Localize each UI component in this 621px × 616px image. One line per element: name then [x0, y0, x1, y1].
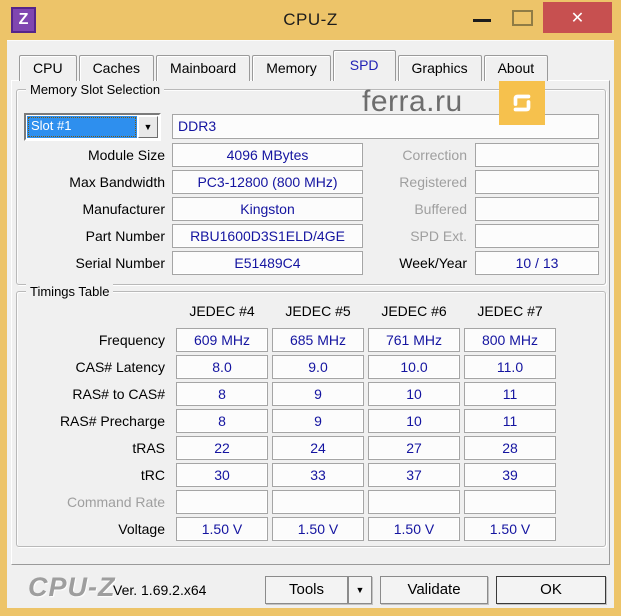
- validate-button[interactable]: Validate: [380, 576, 488, 604]
- maximize-button[interactable]: [506, 8, 538, 32]
- buffered-field: [475, 197, 599, 221]
- voltage-cell: 1.50 V: [272, 517, 364, 541]
- tools-dropdown-arrow-icon[interactable]: ▼: [348, 576, 372, 604]
- ras-precharge-label: RAS# Precharge: [17, 409, 165, 433]
- cpuz-logo: CPU-Z: [28, 572, 116, 603]
- spd-ext-field: [475, 224, 599, 248]
- tab-cpu[interactable]: CPU: [19, 55, 77, 81]
- ras-to-cas-cell: 8: [176, 382, 268, 406]
- ras-to-cas-cell: 11: [464, 382, 556, 406]
- cas-latency-cell: 11.0: [464, 355, 556, 379]
- ras-to-cas-cell: 9: [272, 382, 364, 406]
- frequency-cell: 685 MHz: [272, 328, 364, 352]
- minimize-icon: [473, 19, 491, 22]
- tab-bar: CPU Caches Mainboard Memory SPD Graphics…: [19, 54, 550, 81]
- tab-memory[interactable]: Memory: [252, 55, 331, 81]
- tras-cell: 24: [272, 436, 364, 460]
- cas-latency-cell: 8.0: [176, 355, 268, 379]
- ras-precharge-cell: 11: [464, 409, 556, 433]
- tools-button[interactable]: Tools: [265, 576, 348, 604]
- frequency-cell: 800 MHz: [464, 328, 556, 352]
- tras-label: tRAS: [17, 436, 165, 460]
- cpuz-window: Z CPU-Z ✕ CPU Caches Mainboard Memory SP…: [0, 0, 621, 616]
- frequency-cell: 761 MHz: [368, 328, 460, 352]
- voltage-cell: 1.50 V: [464, 517, 556, 541]
- tras-cell: 28: [464, 436, 556, 460]
- close-icon: ✕: [571, 8, 584, 28]
- tab-graphics[interactable]: Graphics: [398, 55, 482, 81]
- trc-cell: 33: [272, 463, 364, 487]
- tab-spd[interactable]: SPD: [333, 50, 396, 81]
- ras-precharge-cell: 8: [176, 409, 268, 433]
- ras-precharge-cell: 9: [272, 409, 364, 433]
- part-number-label: Part Number: [17, 224, 165, 248]
- maximize-icon: [512, 10, 533, 26]
- max-bandwidth-label: Max Bandwidth: [17, 170, 165, 194]
- ras-precharge-cell: 10: [368, 409, 460, 433]
- trc-label: tRC: [17, 463, 165, 487]
- ras-to-cas-label: RAS# to CAS#: [17, 382, 165, 406]
- ferra-logo-icon: [499, 81, 545, 125]
- command-rate-cell: [176, 490, 268, 514]
- week-year-label: Week/Year: [307, 251, 467, 275]
- memory-slot-selection-legend: Memory Slot Selection: [26, 82, 164, 97]
- registered-label: Registered: [307, 170, 467, 194]
- trc-cell: 39: [464, 463, 556, 487]
- tab-about[interactable]: About: [484, 55, 549, 81]
- correction-field: [475, 143, 599, 167]
- column-header-jedec6: JEDEC #6: [368, 303, 460, 320]
- spd-ext-label: SPD Ext.: [307, 224, 467, 248]
- module-size-label: Module Size: [17, 143, 165, 167]
- minimize-button[interactable]: [466, 8, 498, 32]
- close-button[interactable]: ✕: [543, 2, 612, 33]
- buffered-label: Buffered: [307, 197, 467, 221]
- cas-latency-label: CAS# Latency: [17, 355, 165, 379]
- titlebar[interactable]: Z CPU-Z ✕: [0, 0, 621, 40]
- command-rate-cell: [368, 490, 460, 514]
- registered-field: [475, 170, 599, 194]
- trc-cell: 30: [176, 463, 268, 487]
- voltage-cell: 1.50 V: [368, 517, 460, 541]
- version-text: Ver. 1.69.2.x64: [113, 582, 206, 598]
- column-header-jedec4: JEDEC #4: [176, 303, 268, 320]
- correction-label: Correction: [307, 143, 467, 167]
- voltage-cell: 1.50 V: [176, 517, 268, 541]
- cas-latency-cell: 9.0: [272, 355, 364, 379]
- tras-cell: 27: [368, 436, 460, 460]
- slot-select-dropdown[interactable]: Slot #1 ▼: [24, 113, 161, 141]
- tab-mainboard[interactable]: Mainboard: [156, 55, 250, 81]
- cas-latency-cell: 10.0: [368, 355, 460, 379]
- trc-cell: 37: [368, 463, 460, 487]
- ok-button[interactable]: OK: [496, 576, 606, 604]
- ras-to-cas-cell: 10: [368, 382, 460, 406]
- voltage-label: Voltage: [17, 517, 165, 541]
- command-rate-label: Command Rate: [17, 490, 165, 514]
- frequency-cell: 609 MHz: [176, 328, 268, 352]
- tab-caches[interactable]: Caches: [79, 55, 154, 81]
- serial-number-label: Serial Number: [17, 251, 165, 275]
- command-rate-cell: [464, 490, 556, 514]
- manufacturer-label: Manufacturer: [17, 197, 165, 221]
- frequency-label: Frequency: [17, 328, 165, 352]
- column-header-jedec5: JEDEC #5: [272, 303, 364, 320]
- column-header-jedec7: JEDEC #7: [464, 303, 556, 320]
- slot-select-value[interactable]: Slot #1: [27, 116, 137, 138]
- tras-cell: 22: [176, 436, 268, 460]
- chevron-down-icon[interactable]: ▼: [138, 116, 158, 138]
- command-rate-cell: [272, 490, 364, 514]
- dialog-content: CPU Caches Mainboard Memory SPD Graphics…: [7, 40, 614, 608]
- timings-table-legend: Timings Table: [26, 284, 113, 299]
- ferra-watermark: ferra.ru: [362, 85, 463, 119]
- week-year-field: 10 / 13: [475, 251, 599, 275]
